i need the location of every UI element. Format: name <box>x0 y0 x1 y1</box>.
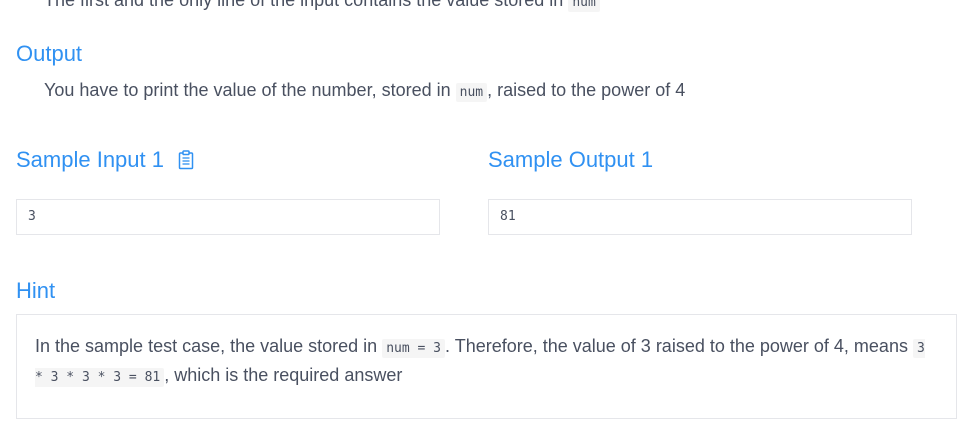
sample-input-title: Sample Input 1 <box>16 147 164 172</box>
hint-text-3: , which is the required answer <box>164 365 403 385</box>
hint-code-1: num = 3 <box>382 339 446 358</box>
hint-text-2: . Therefore, the value of 3 raised to th… <box>445 336 908 356</box>
input-description-text: The first and the only line of the input… <box>44 0 564 10</box>
output-description-text: You have to print the value of the numbe… <box>44 80 451 100</box>
hint-title: Hint <box>16 278 56 303</box>
input-description-code: num <box>568 0 600 12</box>
output-description-code: num <box>455 83 488 102</box>
clipboard-icon[interactable] <box>178 150 194 170</box>
output-description-text-after: , raised to the power of 4 <box>487 80 686 100</box>
output-title: Output <box>16 41 83 66</box>
output-description: You have to print the value of the numbe… <box>44 79 685 104</box>
sample-input-box[interactable]: 3 <box>16 199 440 235</box>
sample-output-value: 81 <box>500 209 516 224</box>
hint-text-1: In the sample test case, the value store… <box>35 336 378 356</box>
problem-page: The first and the only line of the input… <box>0 0 961 432</box>
input-description: The first and the only line of the input… <box>44 0 600 14</box>
sample-output-box[interactable]: 81 <box>488 199 912 235</box>
sample-input-header: Sample Input 1 <box>16 147 194 173</box>
hint-box: In the sample test case, the value store… <box>16 314 957 419</box>
sample-output-title: Sample Output 1 <box>488 147 654 172</box>
sample-input-value: 3 <box>28 209 36 224</box>
